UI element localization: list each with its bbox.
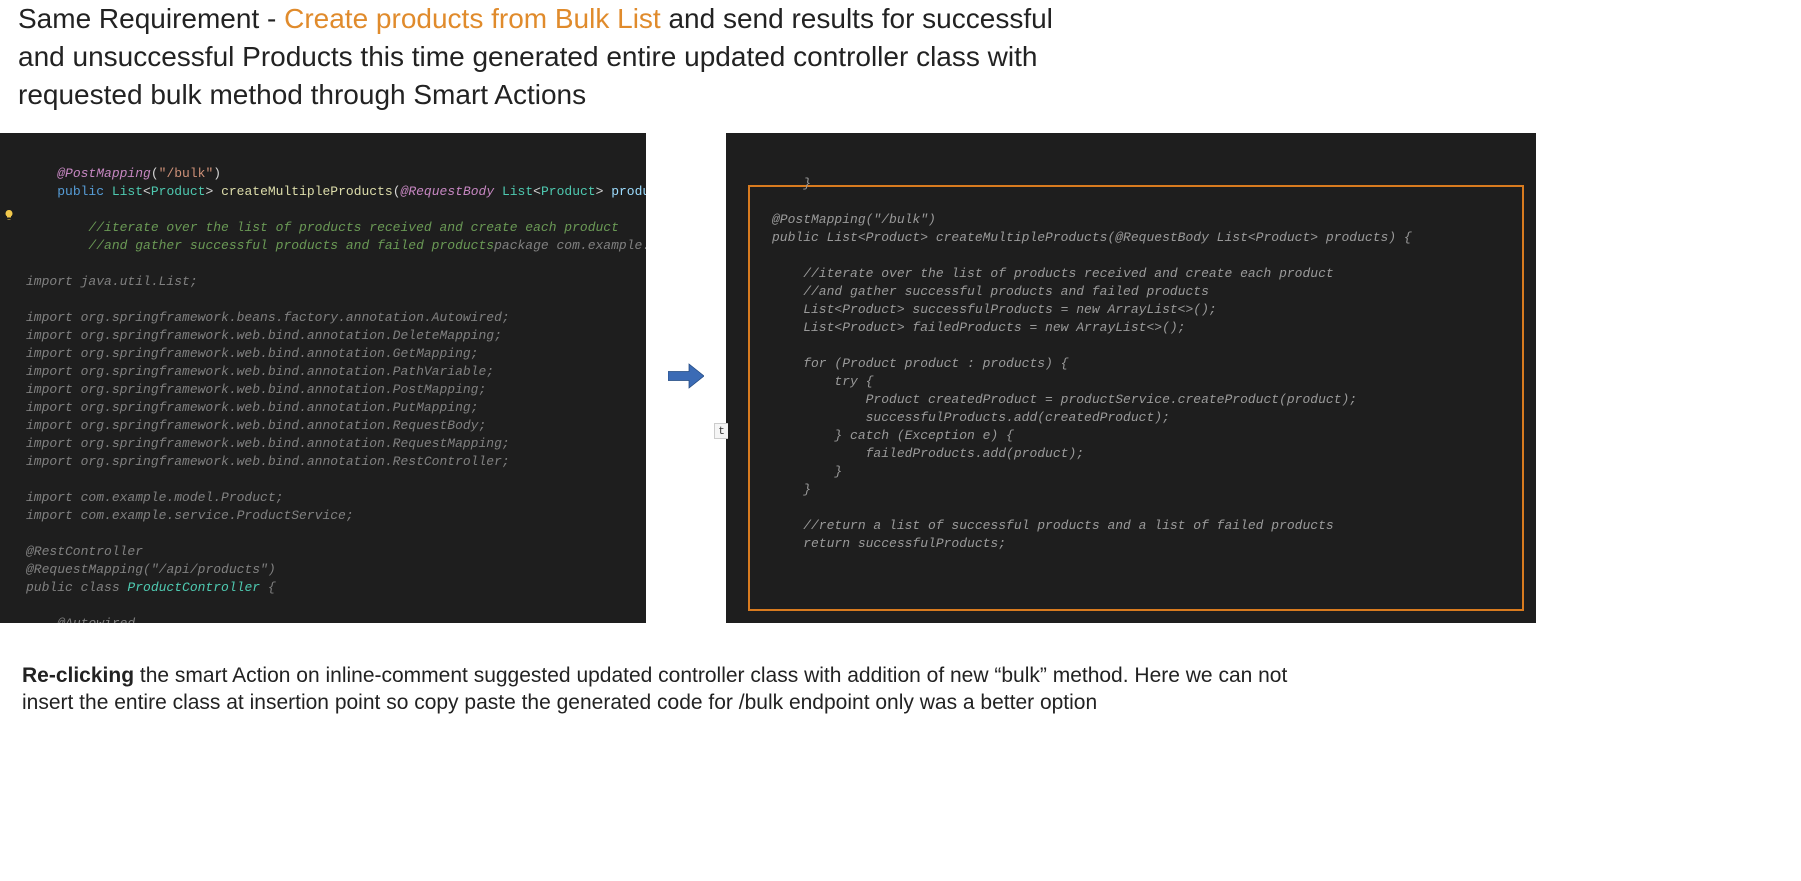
code-line: @PostMapping("/bulk") (772, 212, 936, 227)
code-token: > (205, 184, 221, 199)
code-token: < (533, 184, 541, 199)
code-dim: import org.springframework.web.bind.anno… (26, 346, 478, 361)
code-dim: import org.springframework.web.bind.anno… (26, 454, 510, 469)
code-dim: @RequestMapping (26, 562, 143, 577)
lightbulb-icon[interactable] (3, 208, 15, 220)
code-token: "/bulk" (159, 166, 214, 181)
footer-rest: the smart Action on inline-comment sugge… (22, 664, 1287, 713)
code-token: products (611, 184, 646, 199)
code-comment: //iterate over the list of products rece… (88, 220, 619, 235)
code-token: public (57, 184, 112, 199)
code-dim: { (260, 580, 276, 595)
code-token: > (596, 184, 612, 199)
left-code-panel[interactable]: @PostMapping("/bulk") public List<Produc… (18, 133, 646, 623)
code-line: Product createdProduct = productService.… (772, 392, 1357, 407)
code-line: failedProducts.add(product); (772, 446, 1084, 461)
editor-gutter (0, 133, 18, 623)
code-dim: import com.example.model.Product; (26, 490, 283, 505)
code-token: ) (213, 166, 221, 181)
footer-caption: Re-clicking the smart Action on inline-c… (0, 623, 1330, 716)
code-line: List<Product> failedProducts = new Array… (772, 320, 1185, 335)
right-code-content: } @PostMapping("/bulk") public List<Prod… (738, 151, 1524, 553)
code-line: //and gather successful products and fai… (772, 284, 1209, 299)
code-line: //iterate over the list of products rece… (772, 266, 1334, 281)
code-token: List (502, 184, 533, 199)
arrow-column (666, 361, 706, 396)
code-line: try { (772, 374, 873, 389)
code-dim: import org.springframework.web.bind.anno… (26, 328, 502, 343)
code-line: List<Product> successfulProducts = new A… (772, 302, 1217, 317)
code-dim: import java.util.List; (26, 274, 198, 289)
code-line: for (Product product : products) { (772, 356, 1068, 371)
right-code-panel[interactable]: t } @PostMapping("/bulk") public List<Pr… (726, 133, 1536, 623)
code-line: //return a list of successful products a… (772, 518, 1334, 533)
code-line: successfulProducts.add(createdProduct); (772, 410, 1170, 425)
left-editor-wrap: @PostMapping("/bulk") public List<Produc… (0, 133, 646, 623)
code-token: Product (541, 184, 596, 199)
code-dim: public class (26, 580, 127, 595)
code-dim: import org.springframework.web.bind.anno… (26, 382, 486, 397)
code-token: < (143, 184, 151, 199)
code-dim: @Autowired (57, 616, 135, 623)
code-token: List (112, 184, 143, 199)
code-dim: "/api/products" (151, 562, 268, 577)
page-title: Same Requirement - Create products from … (0, 0, 1100, 123)
code-line: return successfulProducts; (772, 536, 1006, 551)
code-line: } catch (Exception e) { (772, 428, 1014, 443)
code-comment: //and gather successful products and fai… (88, 238, 494, 253)
code-line: } (772, 464, 842, 479)
code-dim: ( (143, 562, 151, 577)
code-line: } (772, 482, 811, 497)
code-dim: package com.example.controller; (494, 238, 646, 253)
code-dim: import org.springframework.web.bind.anno… (26, 436, 510, 451)
code-line: public List<Product> createMultipleProdu… (772, 230, 1412, 245)
side-tag: t (714, 423, 728, 439)
code-dim: import org.springframework.web.bind.anno… (26, 418, 486, 433)
code-dim: @RestController (26, 544, 143, 559)
title-highlight: Create products from Bulk List (284, 3, 661, 34)
code-token: @RequestBody (401, 184, 502, 199)
code-token: ( (393, 184, 401, 199)
footer-bold: Re-clicking (22, 664, 134, 687)
code-dim: import com.example.service.ProductServic… (26, 508, 354, 523)
title-pre: Same Requirement - (18, 3, 284, 34)
code-token: ( (151, 166, 159, 181)
arrow-right-icon (668, 361, 704, 396)
code-dim: ) (268, 562, 276, 577)
code-dim: import org.springframework.web.bind.anno… (26, 364, 494, 379)
code-token: @PostMapping (57, 166, 151, 181)
code-dim: import org.springframework.web.bind.anno… (26, 400, 478, 415)
code-dim: ProductController (127, 580, 260, 595)
code-line: } (772, 176, 811, 191)
code-token: createMultipleProducts (221, 184, 393, 199)
code-token: Product (151, 184, 206, 199)
code-dim: import org.springframework.beans.factory… (26, 310, 510, 325)
panels-row: @PostMapping("/bulk") public List<Produc… (0, 123, 1801, 623)
